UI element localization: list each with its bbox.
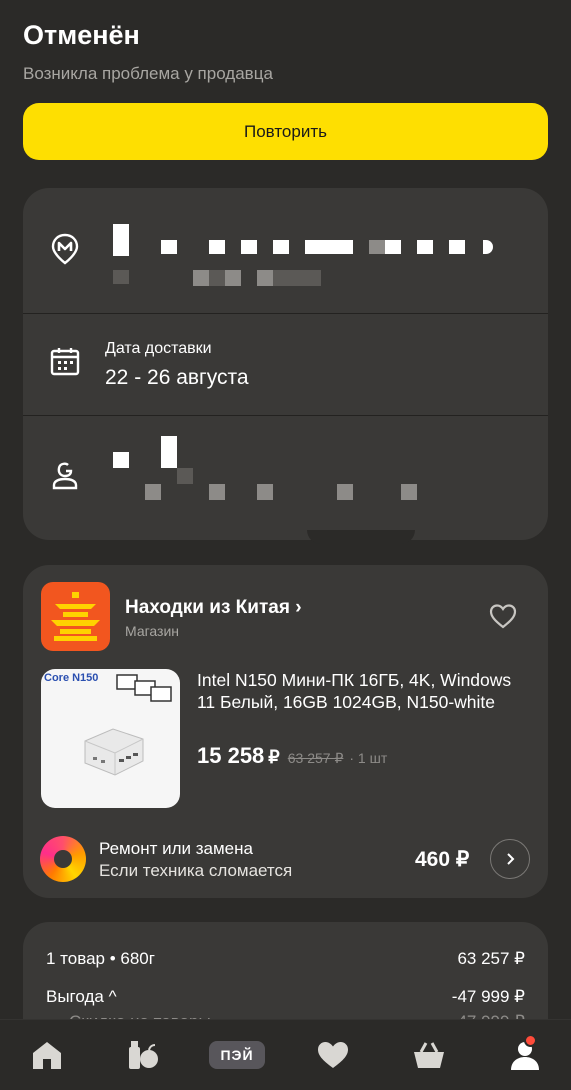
pickup-point-row[interactable] <box>23 188 548 313</box>
card-notch <box>307 530 415 544</box>
delivery-date-value: 22 - 26 августа <box>105 366 249 389</box>
current-price: 15 258 <box>197 743 265 768</box>
pay-badge: ПЭЙ <box>209 1041 265 1069</box>
repair-service-button[interactable] <box>490 839 530 879</box>
recipient-icon <box>52 462 78 490</box>
items-total: 63 257 ₽ <box>457 949 525 968</box>
nav-cart[interactable] <box>410 1038 448 1072</box>
benefit-toggle[interactable]: Выгода ^ <box>46 987 117 1007</box>
monitors-icon <box>116 674 172 702</box>
price-row: 15 258 ₽ 63 257 ₽ · 1 шт <box>197 743 387 769</box>
nav-profile[interactable] <box>506 1034 544 1072</box>
items-count-weight: 1 товар • 680г <box>46 949 155 968</box>
repair-service-title: Ремонт или замена <box>99 839 253 858</box>
recipient-row[interactable] <box>23 416 548 540</box>
status-title: Отменён <box>23 20 140 50</box>
retry-button[interactable]: Повторить <box>23 103 548 160</box>
delivery-date-row: Дата доставки 22 - 26 августа <box>23 314 548 415</box>
store-name-link[interactable]: Находки из Китая › <box>125 597 302 619</box>
delivery-card: Дата доставки 22 - 26 августа <box>23 188 548 540</box>
chevron-right-icon: › <box>295 597 302 618</box>
pagoda-icon <box>51 592 100 641</box>
benefit-value: -47 999 ₽ <box>451 987 525 1006</box>
bottom-nav: ПЭЙ <box>0 1019 571 1090</box>
status-reason: Возникла проблема у продавца <box>23 64 273 83</box>
price-currency: ₽ <box>268 747 280 767</box>
notification-dot <box>524 1034 537 1047</box>
product-image[interactable]: Core N150 <box>41 669 180 808</box>
product-name[interactable]: Intel N150 Мини-ПК 16ГБ, 4K, Windows 11 … <box>197 669 527 713</box>
home-icon <box>33 1042 61 1069</box>
calendar-icon <box>50 348 80 376</box>
nav-pay[interactable]: ПЭЙ <box>208 1038 266 1072</box>
store-type: Магазин <box>125 623 180 639</box>
mini-pc-illustration <box>84 728 144 776</box>
grocery-icon <box>129 1041 158 1069</box>
nav-grocery[interactable] <box>124 1038 162 1072</box>
repair-service-subtitle: Если техника сломается <box>99 861 293 880</box>
product-card: Находки из Китая › Магазин Core N150 Int… <box>23 565 548 898</box>
delivery-date-label: Дата доставки <box>105 340 212 357</box>
old-price: 63 257 ₽ <box>287 750 344 766</box>
repair-service-price: 460 ₽ <box>415 848 470 871</box>
nav-home[interactable] <box>28 1038 66 1072</box>
store-name: Находки из Китая <box>125 597 290 618</box>
cart-icon <box>414 1042 444 1068</box>
product-quantity: · 1 шт <box>349 750 388 766</box>
heart-icon <box>318 1042 348 1068</box>
store-logo[interactable] <box>41 582 110 651</box>
chevron-right-icon <box>507 853 515 865</box>
heart-icon[interactable] <box>489 603 517 629</box>
nav-favorites[interactable] <box>314 1038 352 1072</box>
product-image-caption: Core N150 <box>44 672 99 684</box>
repair-service-icon <box>40 836 86 882</box>
map-pin-icon <box>51 233 79 265</box>
